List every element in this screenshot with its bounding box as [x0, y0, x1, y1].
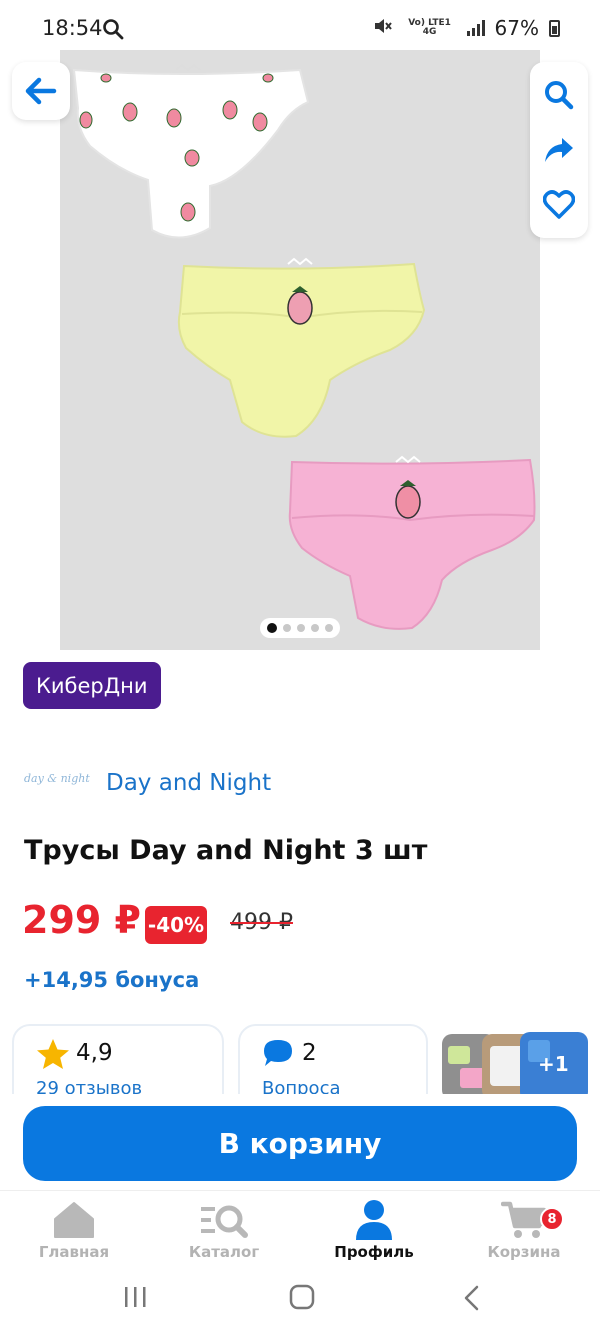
promo-badge[interactable]: КиберДни — [23, 662, 161, 709]
gallery-dot[interactable] — [325, 624, 333, 632]
gallery-dot-active[interactable] — [267, 623, 277, 633]
old-price: 499 ₽ — [230, 910, 293, 935]
status-search-icon — [102, 18, 124, 44]
product-gallery[interactable] — [60, 50, 540, 650]
status-icons: Vo) LTE1 4G 67% — [373, 16, 560, 40]
nav-home-label: Главная — [38, 1243, 110, 1261]
current-price: 299 ₽ — [22, 898, 141, 942]
profile-icon — [314, 1197, 434, 1243]
home-square-icon — [289, 1284, 315, 1310]
nav-home[interactable]: Главная — [14, 1197, 134, 1261]
nav-catalog-label: Каталог — [188, 1243, 260, 1261]
chat-bubble-icon — [262, 1038, 294, 1072]
search-icon — [545, 81, 574, 110]
star-icon — [36, 1038, 70, 1074]
recent-apps-button[interactable] — [122, 1284, 148, 1314]
white-briefs-image — [72, 63, 310, 239]
discount-badge: -40% — [145, 906, 207, 944]
signal-icon — [466, 20, 485, 36]
photos-more-count: +1 — [538, 1052, 569, 1076]
system-navigation-bar — [0, 1268, 600, 1332]
product-actions — [530, 62, 588, 238]
gallery-dot[interactable] — [311, 624, 319, 632]
gallery-pagination[interactable] — [260, 618, 340, 638]
pink-briefs-image — [288, 455, 536, 630]
brand-link[interactable]: Day and Night — [106, 770, 271, 796]
catalog-search-icon — [164, 1197, 284, 1243]
questions-count: 2 — [302, 1040, 317, 1066]
recent-apps-icon — [125, 1287, 146, 1307]
bottom-navigation: Главная Каталог Профиль Корзина 8 — [0, 1190, 600, 1268]
nav-profile-label: Профиль — [334, 1243, 414, 1261]
gallery-dot[interactable] — [283, 624, 291, 632]
nav-cart[interactable]: Корзина 8 — [464, 1197, 584, 1261]
share-icon — [545, 137, 573, 162]
home-icon — [14, 1197, 134, 1243]
mute-icon — [373, 16, 393, 40]
battery-percent: 67% — [494, 16, 539, 40]
yellow-briefs-image — [177, 257, 426, 438]
search-button[interactable] — [539, 75, 579, 115]
network-indicator: Vo) LTE1 4G — [408, 18, 451, 37]
rating-value: 4,9 — [76, 1040, 113, 1066]
product-title: Трусы Day and Night 3 шт — [24, 835, 428, 866]
arrow-left-icon — [25, 77, 57, 105]
heart-icon — [543, 189, 575, 219]
cart-icon — [464, 1197, 584, 1243]
home-button[interactable] — [288, 1284, 316, 1314]
brand-logo[interactable]: day & night — [24, 772, 90, 785]
battery-icon — [549, 19, 560, 37]
bonus-info[interactable]: +14,95 бонуса — [24, 968, 199, 992]
status-time: 18:54 — [42, 16, 103, 40]
product-image — [72, 63, 536, 630]
chevron-left-icon — [464, 1285, 479, 1311]
nav-profile[interactable]: Профиль — [314, 1197, 434, 1261]
cart-count-badge: 8 — [540, 1207, 564, 1231]
favorite-button[interactable] — [539, 185, 579, 225]
gallery-dot[interactable] — [297, 624, 305, 632]
add-to-cart-button[interactable]: В корзину — [23, 1106, 577, 1181]
back-system-button[interactable] — [462, 1284, 482, 1316]
nav-cart-label: Корзина — [487, 1243, 561, 1261]
back-button[interactable] — [12, 62, 70, 120]
nav-catalog[interactable]: Каталог — [164, 1197, 284, 1261]
share-button[interactable] — [539, 130, 579, 170]
